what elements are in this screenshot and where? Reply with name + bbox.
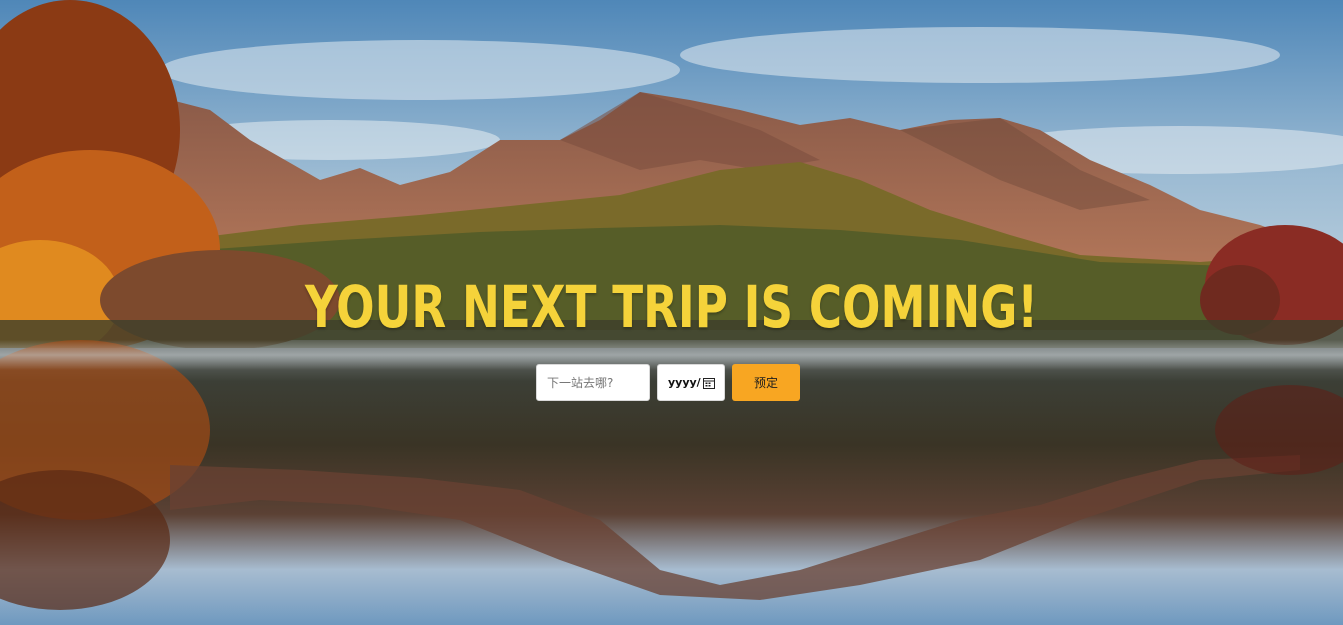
date-input-placeholder: yyyy/ (668, 376, 701, 389)
date-input[interactable]: yyyy/ (657, 364, 725, 401)
hero-headline: Your next trip is coming! (305, 273, 1038, 341)
book-button[interactable]: 预定 (732, 364, 800, 401)
hero-section: Your next trip is coming! yyyy/ 预定 (0, 0, 1343, 625)
calendar-icon[interactable] (702, 377, 715, 389)
destination-input[interactable] (536, 364, 650, 401)
trip-booking-form: yyyy/ 预定 (536, 364, 800, 401)
